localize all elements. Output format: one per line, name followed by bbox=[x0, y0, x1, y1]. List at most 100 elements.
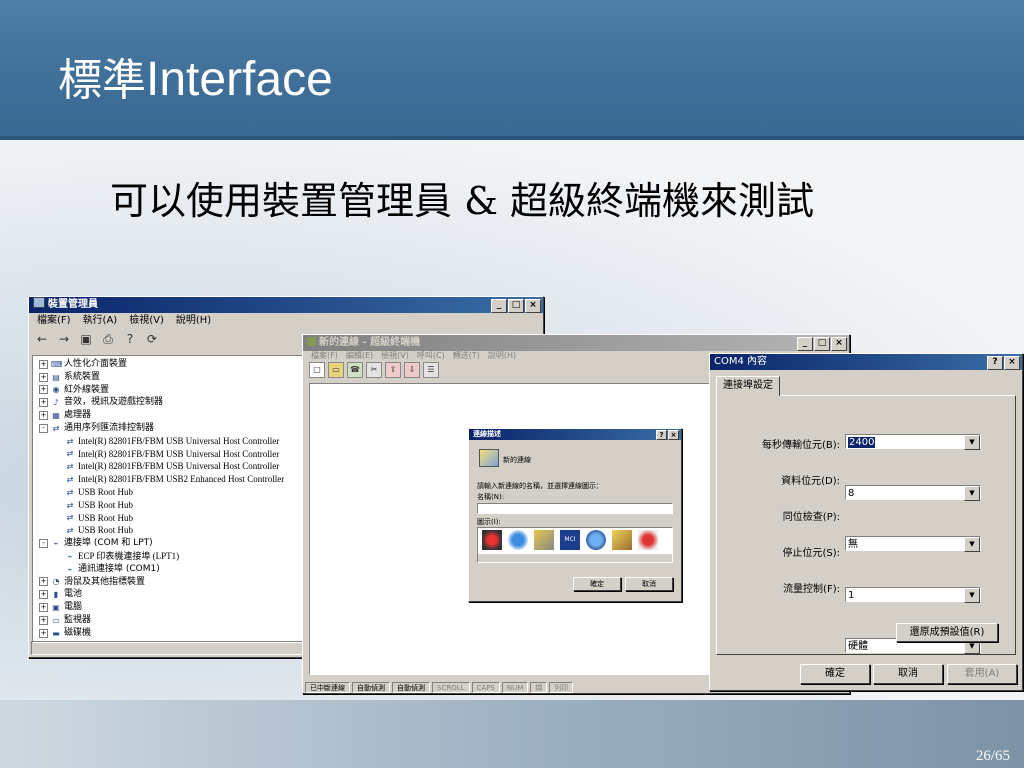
tree-item[interactable]: ⌁ ECP 印表機連接埠 (LPT1) bbox=[33, 550, 305, 563]
setting-dropdown[interactable]: 1 ▼ bbox=[845, 587, 981, 603]
expand-icon[interactable]: + bbox=[39, 590, 48, 600]
tree-item[interactable]: - ⇄ 通用序列匯流排控制器 bbox=[33, 422, 305, 435]
maximize-button[interactable]: □ bbox=[814, 337, 830, 351]
cancel-button[interactable]: 取消 bbox=[873, 664, 943, 684]
setting-dropdown[interactable]: 2400 ▼ bbox=[845, 434, 981, 450]
expand-icon[interactable]: + bbox=[39, 385, 48, 395]
tree-item[interactable]: ⇄ Intel(R) 82801FB/FBM USB Universal Host… bbox=[33, 460, 305, 473]
com4-properties-dialog[interactable]: COM4 內容 ? × 連接埠設定 每秒傳輸位元(B): 2400 ▼ 資料位元(D)… bbox=[709, 353, 1023, 691]
menu-item[interactable]: 執行(A) bbox=[83, 313, 118, 329]
expand-icon[interactable]: + bbox=[39, 628, 48, 638]
menu-item[interactable]: 說明(H) bbox=[488, 351, 516, 361]
tree-item[interactable]: + ◔ 滑鼠及其他指標裝置 bbox=[33, 576, 305, 589]
tree-item[interactable]: + ♪ 音效，視訊及遊戲控制器 bbox=[33, 396, 305, 409]
tree-item[interactable]: - ⌁ 連接埠 (COM 和 LPT) bbox=[33, 537, 305, 550]
close-button[interactable]: × bbox=[668, 430, 679, 440]
phone-icon[interactable] bbox=[482, 530, 502, 550]
ok-button[interactable]: 確定 bbox=[573, 577, 621, 591]
connection-description-dialog[interactable]: 連線描述 ? × 新的連線 請輸入新連線的名稱，並選擇連線圖示： 名稱(N): … bbox=[468, 428, 682, 602]
close-button[interactable]: × bbox=[831, 337, 847, 351]
tree-item[interactable]: ⇄ USB Root Hub bbox=[33, 486, 305, 499]
expand-icon[interactable]: + bbox=[39, 411, 48, 421]
tree-item[interactable]: + ▤ 系統裝置 bbox=[33, 371, 305, 384]
tree-item[interactable]: ⇄ USB Root Hub bbox=[33, 512, 305, 525]
maximize-button[interactable]: □ bbox=[508, 299, 524, 313]
tree-item[interactable]: + ◉ 紅外線裝置 bbox=[33, 384, 305, 397]
tree-item[interactable]: ⇄ Intel(R) 82801FB/FBM USB Universal Host… bbox=[33, 435, 305, 448]
menu-item[interactable]: 轉送(T) bbox=[453, 351, 480, 361]
forward-arrow-icon[interactable]: → bbox=[57, 332, 71, 346]
mci-icon[interactable]: MCI bbox=[560, 530, 580, 550]
expand-icon[interactable]: + bbox=[39, 359, 48, 369]
apply-button[interactable]: 套用(A) bbox=[947, 664, 1017, 684]
setting-dropdown[interactable]: 8 ▼ bbox=[845, 485, 981, 501]
connection-dialog-titlebar[interactable]: 連線描述 ? × bbox=[469, 429, 681, 440]
chevron-down-icon[interactable]: ▼ bbox=[964, 537, 980, 552]
menu-item[interactable]: 檔案(F) bbox=[311, 351, 338, 361]
properties-icon[interactable]: ☰ bbox=[423, 362, 439, 378]
properties-icon[interactable]: ▣ bbox=[79, 332, 93, 346]
globe-icon[interactable] bbox=[508, 530, 528, 550]
tree-item[interactable]: + ▭ 監視器 bbox=[33, 614, 305, 627]
field-label: 資料位元(D): bbox=[781, 476, 840, 487]
new-icon[interactable]: □ bbox=[309, 362, 325, 378]
menu-item[interactable]: 編輯(E) bbox=[346, 351, 373, 361]
restore-defaults-button[interactable]: 還原成預設值(R) bbox=[896, 623, 998, 642]
help-button[interactable]: ? bbox=[656, 430, 667, 440]
tree-item[interactable]: + ▬ 磁碟機 bbox=[33, 627, 305, 640]
minimize-button[interactable]: _ bbox=[797, 337, 813, 351]
scan-hardware-icon[interactable]: ⟳ bbox=[145, 332, 159, 346]
tree-item[interactable]: + ▮ 電池 bbox=[33, 588, 305, 601]
close-button[interactable]: × bbox=[525, 299, 541, 313]
expand-icon[interactable]: + bbox=[39, 615, 48, 625]
expand-icon[interactable]: + bbox=[39, 603, 48, 613]
chevron-down-icon[interactable]: ▼ bbox=[964, 486, 980, 501]
tree-item[interactable]: ⇄ Intel(R) 82801FB/FBM USB Universal Host… bbox=[33, 448, 305, 461]
hyperterminal-titlebar[interactable]: 新的連線 - 超級終端機 _ □ × bbox=[303, 335, 849, 351]
chevron-down-icon[interactable]: ▼ bbox=[964, 588, 980, 603]
tree-item[interactable]: ⇄ USB Root Hub bbox=[33, 499, 305, 512]
setting-dropdown[interactable]: 無 ▼ bbox=[845, 536, 981, 552]
tree-item[interactable]: + ▣ 電腦 bbox=[33, 601, 305, 614]
help-icon[interactable]: ? bbox=[123, 332, 137, 346]
call-icon[interactable]: ☎ bbox=[347, 362, 363, 378]
print-icon[interactable]: ⎙ bbox=[101, 332, 115, 346]
device-tree[interactable]: + ⌨ 人性化介面裝置 + ▤ 系統裝置 + ◉ 紅外線裝置 + ♪ 音效，視訊及遊戲控制器 + ▦ 處理器… bbox=[32, 355, 306, 643]
menu-item[interactable]: 檢視(V) bbox=[381, 351, 409, 361]
tree-item[interactable]: + ⌨ 人性化介面裝置 bbox=[33, 358, 305, 371]
menu-item[interactable]: 檢視(V) bbox=[129, 313, 164, 329]
menu-item[interactable]: 說明(H) bbox=[176, 313, 211, 329]
modem-icon[interactable] bbox=[534, 530, 554, 550]
tree-item[interactable]: ⇄ USB Root Hub bbox=[33, 524, 305, 537]
monitor-icon: ▭ bbox=[52, 615, 60, 625]
network-globe-icon[interactable] bbox=[586, 530, 606, 550]
ok-button[interactable]: 確定 bbox=[800, 664, 870, 684]
icon-list[interactable]: MCI bbox=[477, 527, 673, 563]
cancel-button[interactable]: 取消 bbox=[625, 577, 673, 591]
device-manager-titlebar[interactable]: 裝置管理員 _ □ × bbox=[29, 297, 543, 313]
chevron-down-icon[interactable]: ▼ bbox=[964, 435, 980, 450]
expand-icon[interactable]: + bbox=[39, 577, 48, 587]
tree-item[interactable]: ⇄ Intel(R) 82801FB/FBM USB2 Enhanced Host… bbox=[33, 473, 305, 486]
minimize-button[interactable]: _ bbox=[491, 299, 507, 313]
back-arrow-icon[interactable]: ← bbox=[35, 332, 49, 346]
collapse-icon[interactable]: - bbox=[39, 423, 48, 433]
menu-item[interactable]: 檔案(F) bbox=[37, 313, 71, 329]
tree-item[interactable]: + ▦ 處理器 bbox=[33, 409, 305, 422]
collapse-icon[interactable]: - bbox=[39, 539, 48, 549]
menu-item[interactable]: 呼叫(C) bbox=[417, 351, 445, 361]
send-icon[interactable]: ⇪ bbox=[385, 362, 401, 378]
terminal-icon[interactable] bbox=[612, 530, 632, 550]
receive-icon[interactable]: ⇩ bbox=[404, 362, 420, 378]
tab-port-settings[interactable]: 連接埠設定 bbox=[716, 376, 780, 396]
name-input[interactable] bbox=[477, 503, 673, 514]
handset-icon[interactable] bbox=[638, 530, 658, 550]
open-icon[interactable]: ▭ bbox=[328, 362, 344, 378]
tree-item[interactable]: ⌁ 通訊連接埠 (COM1) bbox=[33, 563, 305, 576]
icon-list-scrollbar[interactable] bbox=[478, 554, 672, 562]
disk-icon: ▬ bbox=[52, 628, 60, 638]
expand-icon[interactable]: + bbox=[39, 398, 48, 408]
field-label: 每秒傳輸位元(B): bbox=[761, 440, 840, 451]
disconnect-icon[interactable]: ✂ bbox=[366, 362, 382, 378]
expand-icon[interactable]: + bbox=[39, 372, 48, 382]
